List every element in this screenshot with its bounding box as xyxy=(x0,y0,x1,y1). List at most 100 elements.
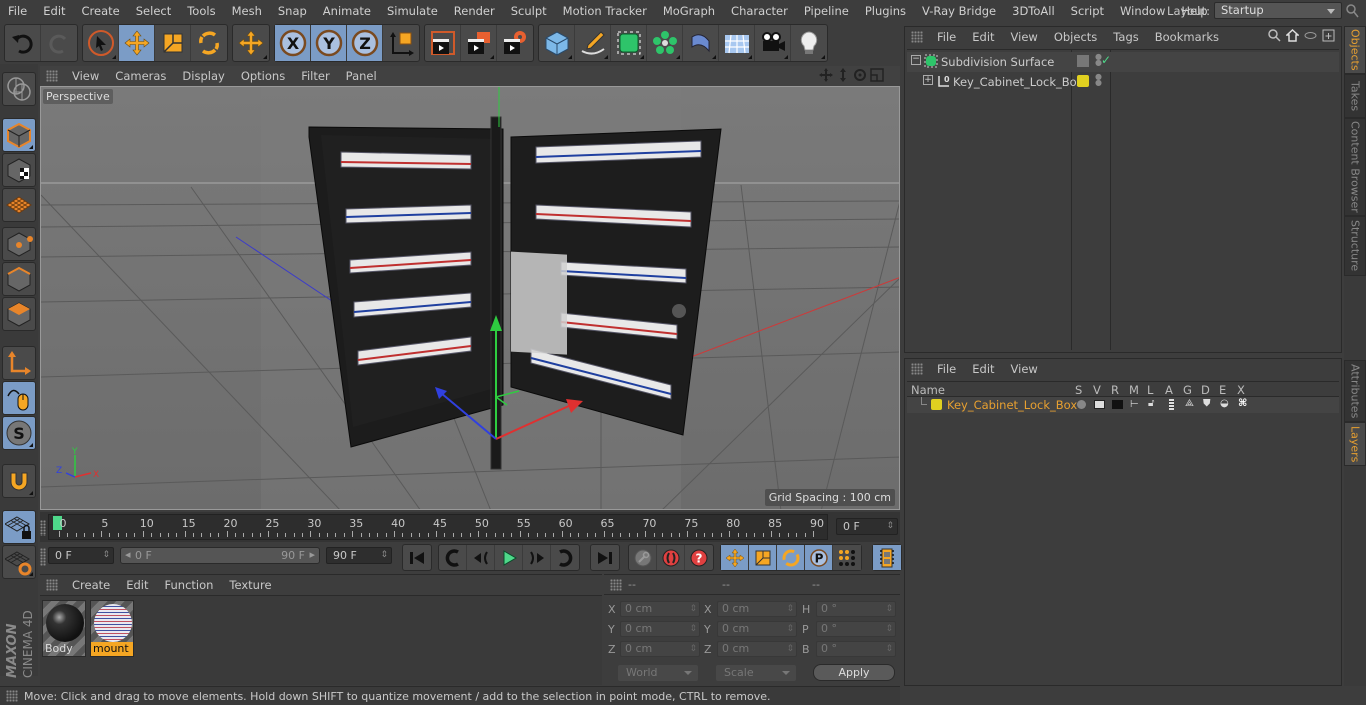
layers-menu-view[interactable]: View xyxy=(1003,362,1046,376)
menu-simulate[interactable]: Simulate xyxy=(379,4,446,18)
viewport-menu-cameras[interactable]: Cameras xyxy=(107,69,174,83)
keyframe-selection-button[interactable]: ? xyxy=(685,545,713,570)
current-frame-field[interactable]: 0 F xyxy=(836,518,898,535)
filter-icon[interactable] xyxy=(1304,29,1317,42)
panel-grip-icon[interactable] xyxy=(911,363,923,375)
viewport-menu-filter[interactable]: Filter xyxy=(293,69,337,83)
render-settings-button[interactable] xyxy=(497,25,533,61)
prev-key-button[interactable] xyxy=(439,545,467,570)
dolly-icon[interactable] xyxy=(836,68,850,82)
object-row-subdivision-surface[interactable]: − Subdivision Surface ● ● ✓ xyxy=(907,52,1339,72)
z-axis-button[interactable]: Z xyxy=(347,25,383,61)
new-window-icon[interactable] xyxy=(1322,29,1335,42)
key-scale-button[interactable] xyxy=(749,545,777,570)
live-selection-button[interactable] xyxy=(83,25,119,61)
workplane-rotate-button[interactable] xyxy=(2,545,36,579)
render-picture-viewer-button[interactable] xyxy=(461,25,497,61)
menu-render[interactable]: Render xyxy=(446,4,503,18)
end-frame-field[interactable]: 90 F xyxy=(326,547,392,564)
panel-grip-icon[interactable] xyxy=(6,690,18,702)
x-axis-button[interactable]: X xyxy=(275,25,311,61)
xref-icon[interactable]: ⌘ xyxy=(1238,398,1247,409)
camera-label[interactable]: Perspective xyxy=(43,89,113,104)
timeline-window-button[interactable] xyxy=(873,545,901,570)
panel-grip-icon[interactable] xyxy=(46,579,58,591)
menu-pipeline[interactable]: Pipeline xyxy=(796,4,857,18)
view-eye-icon[interactable] xyxy=(1094,400,1105,409)
tab-content-browser[interactable]: Content Browser xyxy=(1344,118,1366,216)
solo-mode-button[interactable]: S xyxy=(2,416,36,450)
column-generators[interactable]: G xyxy=(1183,383,1192,397)
menu-create[interactable]: Create xyxy=(74,4,128,18)
tab-structure[interactable]: Structure xyxy=(1344,216,1366,276)
menu-edit[interactable]: Edit xyxy=(35,4,73,18)
column-locked[interactable]: L xyxy=(1147,383,1153,397)
key-parameter-button[interactable]: P xyxy=(805,545,833,570)
layout-dropdown[interactable]: Startup xyxy=(1214,2,1342,19)
range-left-arrow-icon[interactable]: ◂ xyxy=(125,548,131,561)
deformer-shield-icon[interactable]: ⛊ xyxy=(1203,398,1211,409)
deformer-button[interactable] xyxy=(683,25,719,61)
timeline-grip-icon[interactable] xyxy=(40,520,46,536)
tab-takes[interactable]: Takes xyxy=(1344,74,1366,118)
position-z-field[interactable]: 0 cm xyxy=(620,641,700,657)
search-icon[interactable] xyxy=(1346,3,1360,18)
layer-color-icon[interactable] xyxy=(1077,75,1089,87)
column-deformers[interactable]: D xyxy=(1201,383,1210,397)
record-key-button[interactable] xyxy=(629,545,657,570)
menu-mesh[interactable]: Mesh xyxy=(224,4,270,18)
panel-grip-icon[interactable] xyxy=(610,578,622,591)
transport-grip-icon[interactable] xyxy=(40,548,46,566)
undo-button[interactable] xyxy=(5,25,41,61)
tab-layers[interactable]: Layers xyxy=(1344,422,1366,466)
objects-menu-bookmarks[interactable]: Bookmarks xyxy=(1147,30,1227,44)
column-manager[interactable]: M xyxy=(1129,383,1139,397)
move-tool-button[interactable] xyxy=(119,25,155,61)
layers-menu-edit[interactable]: Edit xyxy=(964,362,1002,376)
objects-menu-edit[interactable]: Edit xyxy=(964,30,1002,44)
column-expressions[interactable]: E xyxy=(1219,383,1226,397)
goto-end-button[interactable] xyxy=(591,545,619,570)
menu-vray-bridge[interactable]: V-Ray Bridge xyxy=(914,4,1004,18)
workplane-mode-button[interactable] xyxy=(2,188,36,222)
material-mount[interactable]: mount xyxy=(90,600,134,657)
animation-icon[interactable] xyxy=(1169,399,1174,410)
key-rotation-button[interactable] xyxy=(777,545,805,570)
key-pla-button[interactable] xyxy=(833,545,861,570)
points-mode-button[interactable] xyxy=(2,227,36,261)
make-editable-button[interactable] xyxy=(2,72,36,106)
menu-mograph[interactable]: MoGraph xyxy=(655,4,723,18)
tab-objects[interactable]: Objects xyxy=(1344,26,1366,74)
cloner-button[interactable] xyxy=(647,25,683,61)
menu-character[interactable]: Character xyxy=(723,4,796,18)
solo-dot-icon[interactable] xyxy=(1077,400,1086,409)
collapse-toggle-icon[interactable]: − xyxy=(911,55,921,65)
viewport-menu-view[interactable]: View xyxy=(64,69,107,83)
goto-start-button[interactable] xyxy=(403,545,431,570)
position-x-field[interactable]: 0 cm xyxy=(620,601,700,617)
rotation-h-field[interactable]: 0 ° xyxy=(816,601,896,617)
display-tag-icon[interactable] xyxy=(1077,55,1089,67)
menu-select[interactable]: Select xyxy=(128,4,179,18)
range-right-arrow-icon[interactable]: ▸ xyxy=(309,548,315,561)
menu-motion-tracker[interactable]: Motion Tracker xyxy=(555,4,655,18)
maximize-icon[interactable] xyxy=(870,68,884,82)
enabled-check-icon[interactable]: ✓ xyxy=(1101,53,1111,67)
material-menu-function[interactable]: Function xyxy=(157,578,222,592)
y-axis-button[interactable]: Y xyxy=(311,25,347,61)
next-key-button[interactable] xyxy=(551,545,579,570)
menu-script[interactable]: Script xyxy=(1063,4,1112,18)
size-x-field[interactable]: 0 cm xyxy=(717,601,797,617)
lock-open-icon[interactable]: 🔓︎ xyxy=(1148,398,1154,409)
viewport-menu-options[interactable]: Options xyxy=(233,69,293,83)
search-icon[interactable] xyxy=(1268,29,1281,42)
tweak-mode-button[interactable] xyxy=(2,381,36,415)
size-y-field[interactable]: 0 cm xyxy=(717,621,797,637)
column-view[interactable]: V xyxy=(1093,383,1101,397)
menu-sculpt[interactable]: Sculpt xyxy=(503,4,555,18)
rotation-b-field[interactable]: 0 ° xyxy=(816,641,896,657)
snap-button[interactable] xyxy=(2,464,36,498)
start-frame-field[interactable]: 0 F xyxy=(48,547,114,564)
floor-button[interactable] xyxy=(719,25,755,61)
light-button[interactable] xyxy=(791,25,827,61)
